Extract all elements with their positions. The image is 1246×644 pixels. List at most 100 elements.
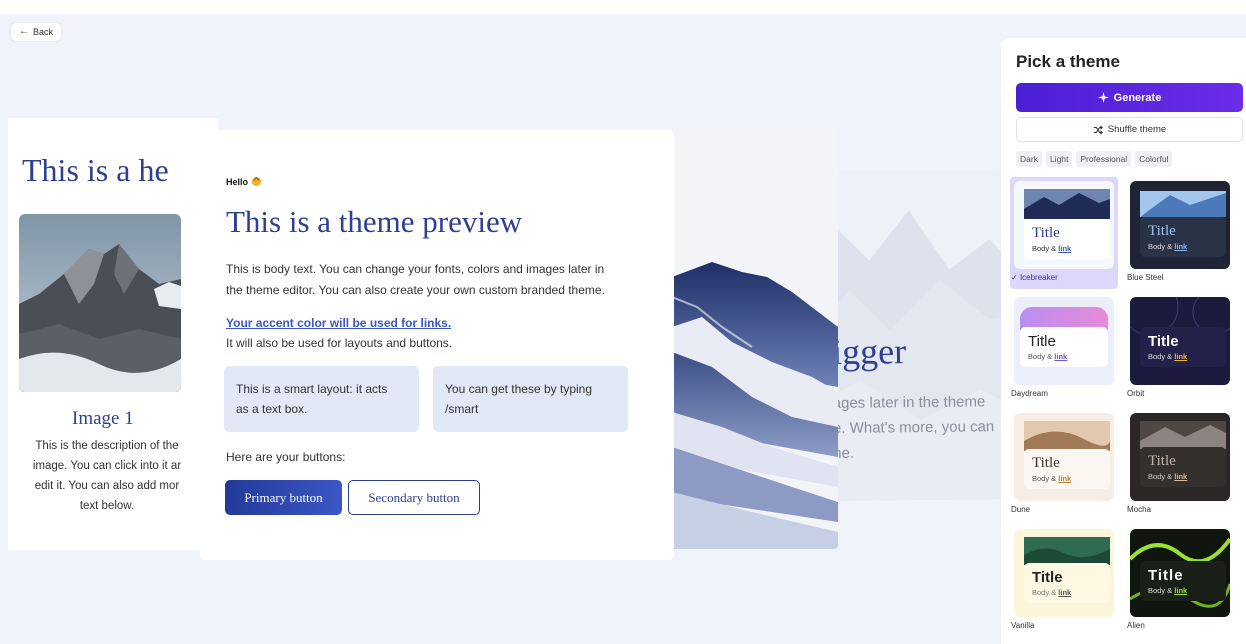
waving-hand-icon <box>251 176 262 187</box>
theme-name: Blue Steel <box>1127 273 1164 282</box>
theme-name: Mocha <box>1127 505 1152 514</box>
theme-vanilla[interactable]: Title Body & link Vanilla <box>1010 525 1118 637</box>
smart-box-line: This is a smart layout: it acts <box>236 382 388 396</box>
smart-box-line: /smart <box>445 402 479 416</box>
theme-mocha[interactable]: Title Body & link Mocha <box>1126 409 1234 521</box>
theme-sample-card: Title Body & link <box>1140 561 1226 601</box>
theme-sample-body-text: Body & <box>1148 242 1173 251</box>
smart-box-line: as a text box. <box>236 402 308 416</box>
sparkle-icon <box>1097 92 1109 103</box>
mountain-photo <box>19 214 181 392</box>
theme-dune[interactable]: Title Body & link Dune <box>1010 409 1118 521</box>
filter-chip-light[interactable]: Light <box>1045 151 1073 167</box>
theme-filters: Dark Light Professional Colorful <box>1016 151 1173 167</box>
back-card-text-1: ages later in the theme <box>832 393 986 412</box>
theme-sample-link: link <box>1054 352 1068 361</box>
theme-sample-body-text: Body & <box>1148 472 1173 481</box>
theme-sample-body: Body & link <box>1148 242 1218 251</box>
theme-image <box>1024 537 1110 565</box>
theme-thumbnail: Title Body & link <box>1130 529 1230 617</box>
theme-sample-title: Title <box>1032 455 1060 471</box>
panel-title: Pick a theme <box>1016 52 1120 71</box>
theme-blue-steel[interactable]: Title Body & link Blue Steel <box>1126 177 1234 289</box>
generate-button[interactable]: Generate <box>1016 83 1243 112</box>
preview-title: This is a theme preview <box>226 204 523 239</box>
image-description-line: text below. <box>79 500 135 512</box>
theme-sample-body: Body & link <box>1032 474 1102 483</box>
theme-thumbnail: Title Body & link <box>1014 297 1114 385</box>
theme-preview-card: Hello This is a theme preview This is bo… <box>200 130 674 560</box>
theme-image <box>1024 189 1110 219</box>
accent-link[interactable]: Your accent color will be used for links… <box>226 316 451 330</box>
theme-sample-link: link <box>1058 588 1072 597</box>
theme-sample-body: Body & link <box>1148 472 1218 481</box>
theme-sample-title: Title <box>1032 569 1063 586</box>
preview-card-left: This is a he Image 1 This is the descrip… <box>8 118 218 550</box>
back-button[interactable]: ← Back <box>10 22 62 42</box>
theme-sample-title: Title <box>1148 223 1176 239</box>
theme-sample-body-text: Body & <box>1028 352 1053 361</box>
back-label: Back <box>33 27 54 37</box>
theme-image <box>1140 421 1226 449</box>
back-card-text-2: e. What's more, you can <box>832 418 995 437</box>
top-band <box>0 0 1246 14</box>
image-description-line: edit it. You can also add mor <box>34 480 180 492</box>
mountain-image <box>672 127 838 549</box>
image-title: Image 1 <box>72 408 134 429</box>
theme-sample-card: Title Body & link <box>1140 327 1226 367</box>
theme-sample-title: Title <box>1148 567 1184 584</box>
theme-daydream[interactable]: Title Body & link Daydream <box>1010 293 1118 405</box>
theme-orbit[interactable]: Title Body & link Orbit <box>1126 293 1234 405</box>
image-description-line: image. You can click into it ar <box>32 460 182 472</box>
buttons-label: Here are your buttons: <box>226 450 346 464</box>
theme-thumbnail: Title Body & link <box>1130 181 1230 269</box>
theme-name: Orbit <box>1127 389 1145 398</box>
theme-sample-body: Body & link <box>1148 352 1218 361</box>
theme-image <box>1140 191 1226 217</box>
theme-thumbnail: Title Body & link <box>1014 181 1114 269</box>
theme-sample-body: Body & link <box>1028 352 1100 361</box>
theme-thumbnail: Title Body & link <box>1130 413 1230 501</box>
back-card-heading: igger <box>831 331 907 372</box>
theme-sample-title: Title <box>1028 333 1056 350</box>
theme-alien[interactable]: Title Body & link Alien <box>1126 525 1234 637</box>
theme-sample-body-text: Body & <box>1032 474 1057 483</box>
theme-sample-link: link <box>1058 474 1072 483</box>
theme-sample-title: Title <box>1148 333 1179 350</box>
theme-name: Dune <box>1011 505 1031 514</box>
smart-layout-box[interactable]: This is a smart layout: it acts as a tex… <box>224 366 419 432</box>
theme-thumbnail: Title Body & link <box>1130 297 1230 385</box>
theme-sample-card: Title Body & link <box>1024 219 1110 259</box>
theme-sample-link: link <box>1174 242 1188 251</box>
primary-button[interactable]: Primary button <box>225 480 342 515</box>
check-icon: ✓ <box>1011 273 1018 282</box>
theme-sample-card: Title Body & link <box>1020 327 1108 367</box>
secondary-button[interactable]: Secondary button <box>348 480 480 515</box>
theme-name: ✓ Icebreaker <box>1011 273 1058 282</box>
theme-sample-card: Title Body & link <box>1140 447 1226 487</box>
shuffle-theme-button[interactable]: Shuffle theme <box>1016 117 1243 142</box>
theme-name: Alien <box>1127 621 1145 630</box>
shuffle-label: Shuffle theme <box>1107 124 1167 135</box>
filter-chip-dark[interactable]: Dark <box>1016 151 1042 167</box>
theme-sample-link: link <box>1174 586 1188 595</box>
theme-image <box>1024 421 1110 451</box>
theme-name-label: Icebreaker <box>1019 273 1058 282</box>
theme-icebreaker[interactable]: Title Body & link ✓ Icebreaker <box>1010 177 1118 289</box>
smart-layout-box[interactable]: You can get these by typing /smart <box>433 366 628 432</box>
smart-box-line: You can get these by typing <box>445 382 592 396</box>
link-subtext: It will also be used for layouts and but… <box>226 336 453 350</box>
theme-sample-body: Body & link <box>1032 244 1102 253</box>
theme-thumbnail: Title Body & link <box>1014 529 1114 617</box>
theme-sample-title: Title <box>1148 453 1176 469</box>
theme-sample-link: link <box>1174 352 1188 361</box>
filter-chip-professional[interactable]: Professional <box>1076 151 1132 167</box>
theme-sample-body: Body & link <box>1148 586 1218 595</box>
shuffle-icon <box>1093 124 1103 135</box>
left-card-heading: This is a he <box>22 152 169 188</box>
theme-sample-body-text: Body & <box>1148 352 1173 361</box>
theme-sample-card: Title Body & link <box>1024 563 1110 603</box>
theme-thumbnail: Title Body & link <box>1014 413 1114 501</box>
theme-sample-body: Body & link <box>1032 588 1102 597</box>
filter-chip-colorful[interactable]: Colorful <box>1135 151 1173 167</box>
